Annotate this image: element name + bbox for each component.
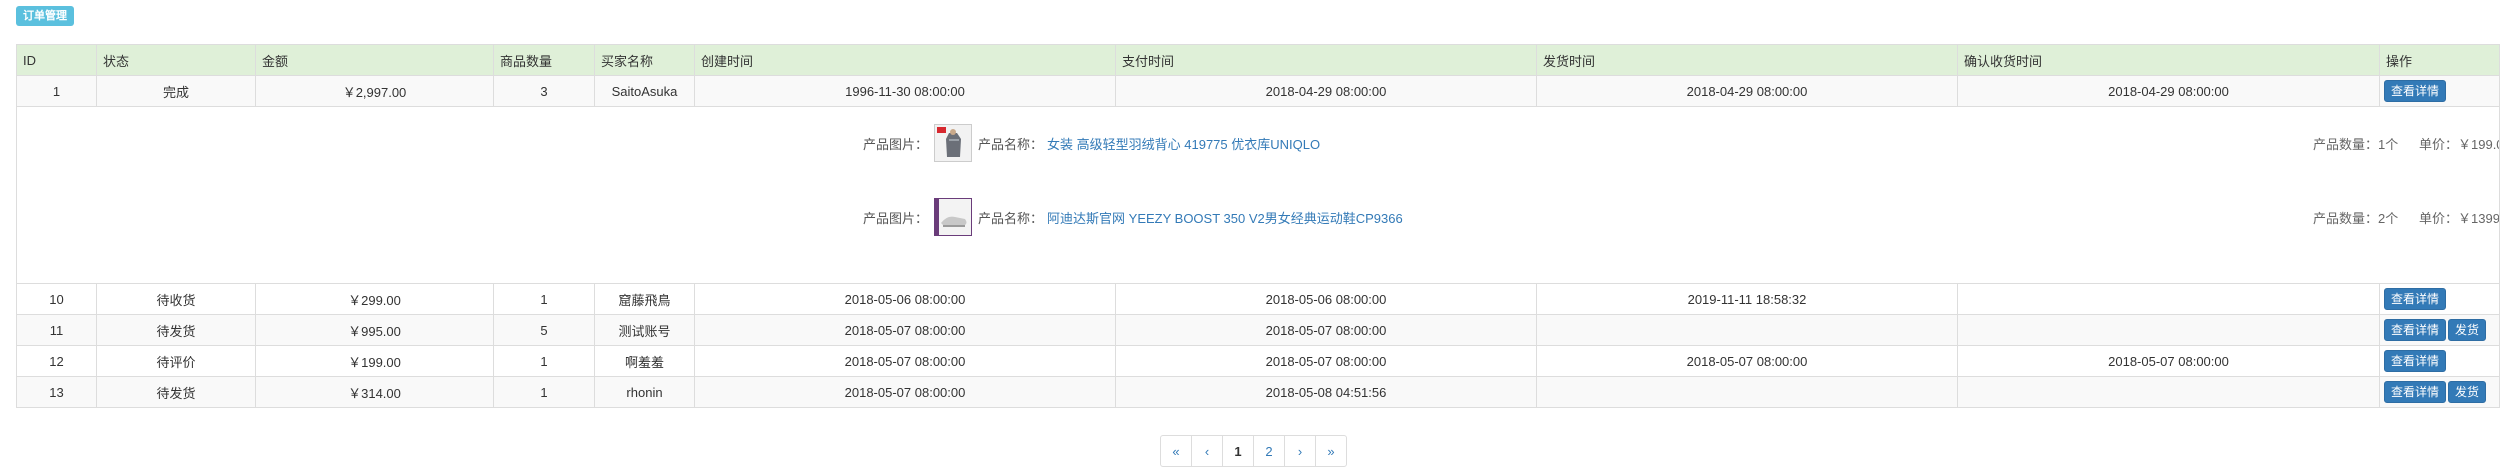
cell-actions: 查看详情 发货 <box>2379 376 2500 408</box>
cell-amount: ￥199.00 <box>255 345 494 377</box>
col-header-id: ID <box>16 44 97 76</box>
col-header-amount: 金额 <box>255 44 494 76</box>
cell-actions: 查看详情 <box>2379 75 2500 107</box>
cell-amount: ￥299.00 <box>255 283 494 315</box>
product-unit-price: 单价：￥199.0 <box>2419 136 2500 152</box>
order-item: 产品图片： 产品名称： 女装 高级轻型羽绒背心 419775 优衣库UNIQLO… <box>863 123 2499 163</box>
cell-shipped: 2018-05-07 08:00:00 <box>1536 345 1958 377</box>
cell-amount: ￥2,997.00 <box>255 75 494 107</box>
table-row[interactable]: 11 待发货 ￥995.00 5 测试账号 2018-05-07 08:00:0… <box>16 314 2500 346</box>
product-name-label: 产品名称： <box>978 210 1044 226</box>
product-unit-price: 单价：￥1399.0 <box>2419 210 2500 226</box>
cell-created: 2018-05-06 08:00:00 <box>694 283 1116 315</box>
cell-shipped <box>1536 376 1958 408</box>
cell-buyer: SaitoAsuka <box>594 75 695 107</box>
cell-paid: 2018-05-07 08:00:00 <box>1115 345 1537 377</box>
product-name-link[interactable]: 阿迪达斯官网 YEEZY BOOST 350 V2男女经典运动鞋CP9366 <box>1047 208 1403 227</box>
col-header-actions: 操作 <box>2379 44 2500 76</box>
col-header-qty: 商品数量 <box>493 44 595 76</box>
cell-status: 待收货 <box>96 283 256 315</box>
view-details-button[interactable]: 查看详情 <box>2384 381 2447 403</box>
page-next-button[interactable]: › <box>1284 435 1316 467</box>
cell-qty: 1 <box>493 345 595 377</box>
col-header-shipped: 发货时间 <box>1536 44 1958 76</box>
table-row[interactable]: 12 待评价 ￥199.00 1 啊羞羞 2018-05-07 08:00:00… <box>16 345 2500 377</box>
order-item: 产品图片： 产品名称： 阿迪达斯官网 YEEZY BOOST 350 V2男女经… <box>863 197 2499 237</box>
cell-shipped <box>1536 314 1958 346</box>
cell-created: 2018-05-07 08:00:00 <box>694 345 1116 377</box>
cell-created: 2018-05-07 08:00:00 <box>694 376 1116 408</box>
view-details-button[interactable]: 查看详情 <box>2384 288 2447 310</box>
cell-status: 待发货 <box>96 376 256 408</box>
cell-id: 11 <box>16 314 97 346</box>
page-tag: 订单管理 <box>16 6 74 26</box>
cell-qty: 1 <box>493 283 595 315</box>
cell-qty: 3 <box>493 75 595 107</box>
cell-paid: 2018-05-08 04:51:56 <box>1115 376 1537 408</box>
page-prev-button[interactable]: ‹ <box>1191 435 1223 467</box>
cell-shipped: 2018-04-29 08:00:00 <box>1536 75 1958 107</box>
cell-actions: 查看详情 发货 <box>2379 314 2500 346</box>
product-image-label: 产品图片： <box>863 136 929 152</box>
cell-qty: 5 <box>493 314 595 346</box>
cell-id: 1 <box>16 75 97 107</box>
cell-buyer: rhonin <box>594 376 695 408</box>
cell-buyer: 窟藤飛鳥 <box>594 283 695 315</box>
col-header-created: 创建时间 <box>694 44 1116 76</box>
cell-actions: 查看详情 <box>2379 283 2500 315</box>
cell-created: 1996-11-30 08:00:00 <box>694 75 1116 107</box>
ship-button[interactable]: 发货 <box>2448 319 2487 341</box>
cell-buyer: 啊羞羞 <box>594 345 695 377</box>
view-details-button[interactable]: 查看详情 <box>2384 80 2447 102</box>
cell-status: 待发货 <box>96 314 256 346</box>
page-number-2[interactable]: 2 <box>1253 435 1285 467</box>
product-thumbnail[interactable] <box>934 124 973 162</box>
view-details-button[interactable]: 查看详情 <box>2384 319 2447 341</box>
cell-amount: ￥995.00 <box>255 314 494 346</box>
product-image-label: 产品图片： <box>863 210 929 226</box>
col-header-status: 状态 <box>96 44 256 76</box>
cell-paid: 2018-05-06 08:00:00 <box>1115 283 1537 315</box>
cell-confirmed <box>1957 314 2380 346</box>
cell-confirmed: 2018-04-29 08:00:00 <box>1957 75 2380 107</box>
cell-qty: 1 <box>493 376 595 408</box>
cell-paid: 2018-04-29 08:00:00 <box>1115 75 1537 107</box>
cell-actions: 查看详情 <box>2379 345 2500 377</box>
col-header-buyer: 买家名称 <box>594 44 695 76</box>
cell-id: 10 <box>16 283 97 315</box>
cell-created: 2018-05-07 08:00:00 <box>694 314 1116 346</box>
table-row[interactable]: 1 完成 ￥2,997.00 3 SaitoAsuka 1996-11-30 0… <box>16 75 2500 107</box>
cell-shipped: 2019-11-11 18:58:32 <box>1536 283 1958 315</box>
pagination: « ‹ 1 2 › » <box>1160 435 1347 467</box>
col-header-confirmed: 确认收货时间 <box>1957 44 2380 76</box>
order-detail-row: 产品图片： 产品名称： 女装 高级轻型羽绒背心 419775 优衣库UNIQLO… <box>16 106 2500 284</box>
cell-amount: ￥314.00 <box>255 376 494 408</box>
view-details-button[interactable]: 查看详情 <box>2384 350 2447 372</box>
cell-confirmed <box>1957 376 2380 408</box>
product-quantity: 产品数量：1个 <box>2313 136 2399 152</box>
orders-table: ID 状态 金额 商品数量 买家名称 创建时间 支付时间 发货时间 确认收货时间… <box>16 44 2500 408</box>
product-thumbnail[interactable] <box>934 198 973 236</box>
product-name-label: 产品名称： <box>978 136 1044 152</box>
table-row[interactable]: 10 待收货 ￥299.00 1 窟藤飛鳥 2018-05-06 08:00:0… <box>16 283 2500 315</box>
cell-id: 12 <box>16 345 97 377</box>
page-first-button[interactable]: « <box>1160 435 1192 467</box>
page-last-button[interactable]: » <box>1315 435 1347 467</box>
cell-status: 完成 <box>96 75 256 107</box>
cell-id: 13 <box>16 376 97 408</box>
ship-button[interactable]: 发货 <box>2448 381 2487 403</box>
cell-confirmed: 2018-05-07 08:00:00 <box>1957 345 2380 377</box>
cell-confirmed <box>1957 283 2380 315</box>
cell-buyer: 测试账号 <box>594 314 695 346</box>
product-quantity: 产品数量：2个 <box>2313 210 2399 226</box>
col-header-paid: 支付时间 <box>1115 44 1537 76</box>
product-name-link[interactable]: 女装 高级轻型羽绒背心 419775 优衣库UNIQLO <box>1047 134 1320 153</box>
table-header-row: ID 状态 金额 商品数量 买家名称 创建时间 支付时间 发货时间 确认收货时间… <box>16 44 2500 76</box>
table-row[interactable]: 13 待发货 ￥314.00 1 rhonin 2018-05-07 08:00… <box>16 376 2500 408</box>
order-detail-panel: 产品图片： 产品名称： 女装 高级轻型羽绒背心 419775 优衣库UNIQLO… <box>18 108 2499 283</box>
cell-status: 待评价 <box>96 345 256 377</box>
page-number-1[interactable]: 1 <box>1222 435 1254 467</box>
cell-paid: 2018-05-07 08:00:00 <box>1115 314 1537 346</box>
